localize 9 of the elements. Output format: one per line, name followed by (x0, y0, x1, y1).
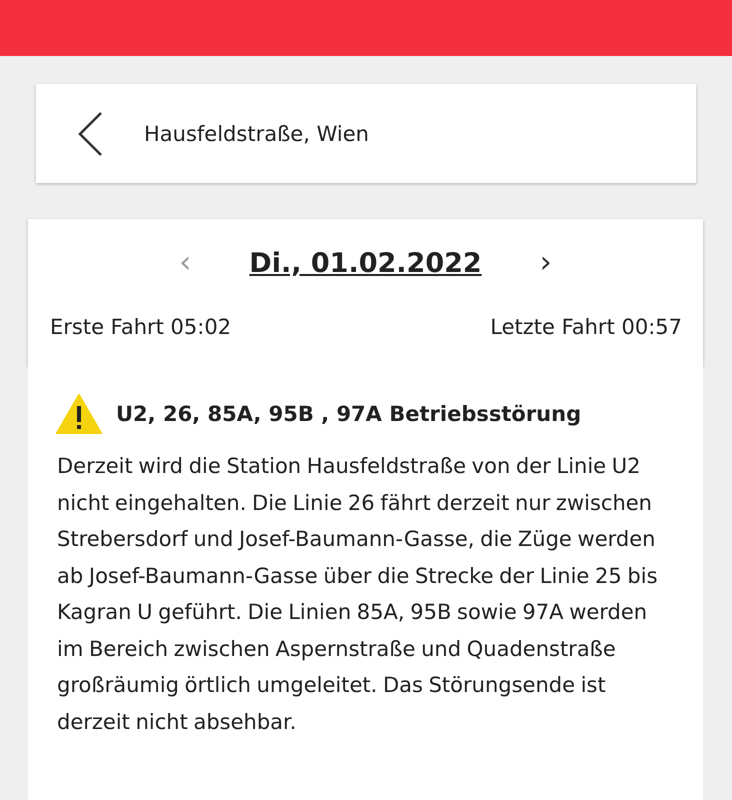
back-icon (77, 110, 103, 156)
alert-message: Derzeit wird die Station Hausfeldstraße von der Linie U2 nicht eingehalten. Die Linie 26 fährt derzeit nur zwischen Strebersdorf und Josef-Baumann-Gasse, die Züge werden ab Josef-Baumann-Gasse über die Strecke der Linie 25 bis Kagran U geführt. Die Linien 85A, 95B sowie 97A werden im Bereich zwischen Aspernstraße und Quadenstraße großräumig örtlich umgeleitet. Das Störungsende ist derzeit nicht absehbar. (57, 453, 659, 736)
last-trip-text: Letzte Fahrt 00:57 (490, 315, 682, 339)
first-trip-text: Erste Fahrt 05:02 (50, 315, 232, 339)
alert-title: U2, 26, 85A, 95B , 97A Betriebsstörung (116, 402, 582, 426)
date-text[interactable]: Di., 01.02.2022 (249, 248, 482, 278)
next-day-button[interactable]: › (534, 248, 558, 278)
location-text[interactable]: Hausfeldstraße, Wien (144, 122, 369, 146)
warning-icon (56, 394, 102, 434)
